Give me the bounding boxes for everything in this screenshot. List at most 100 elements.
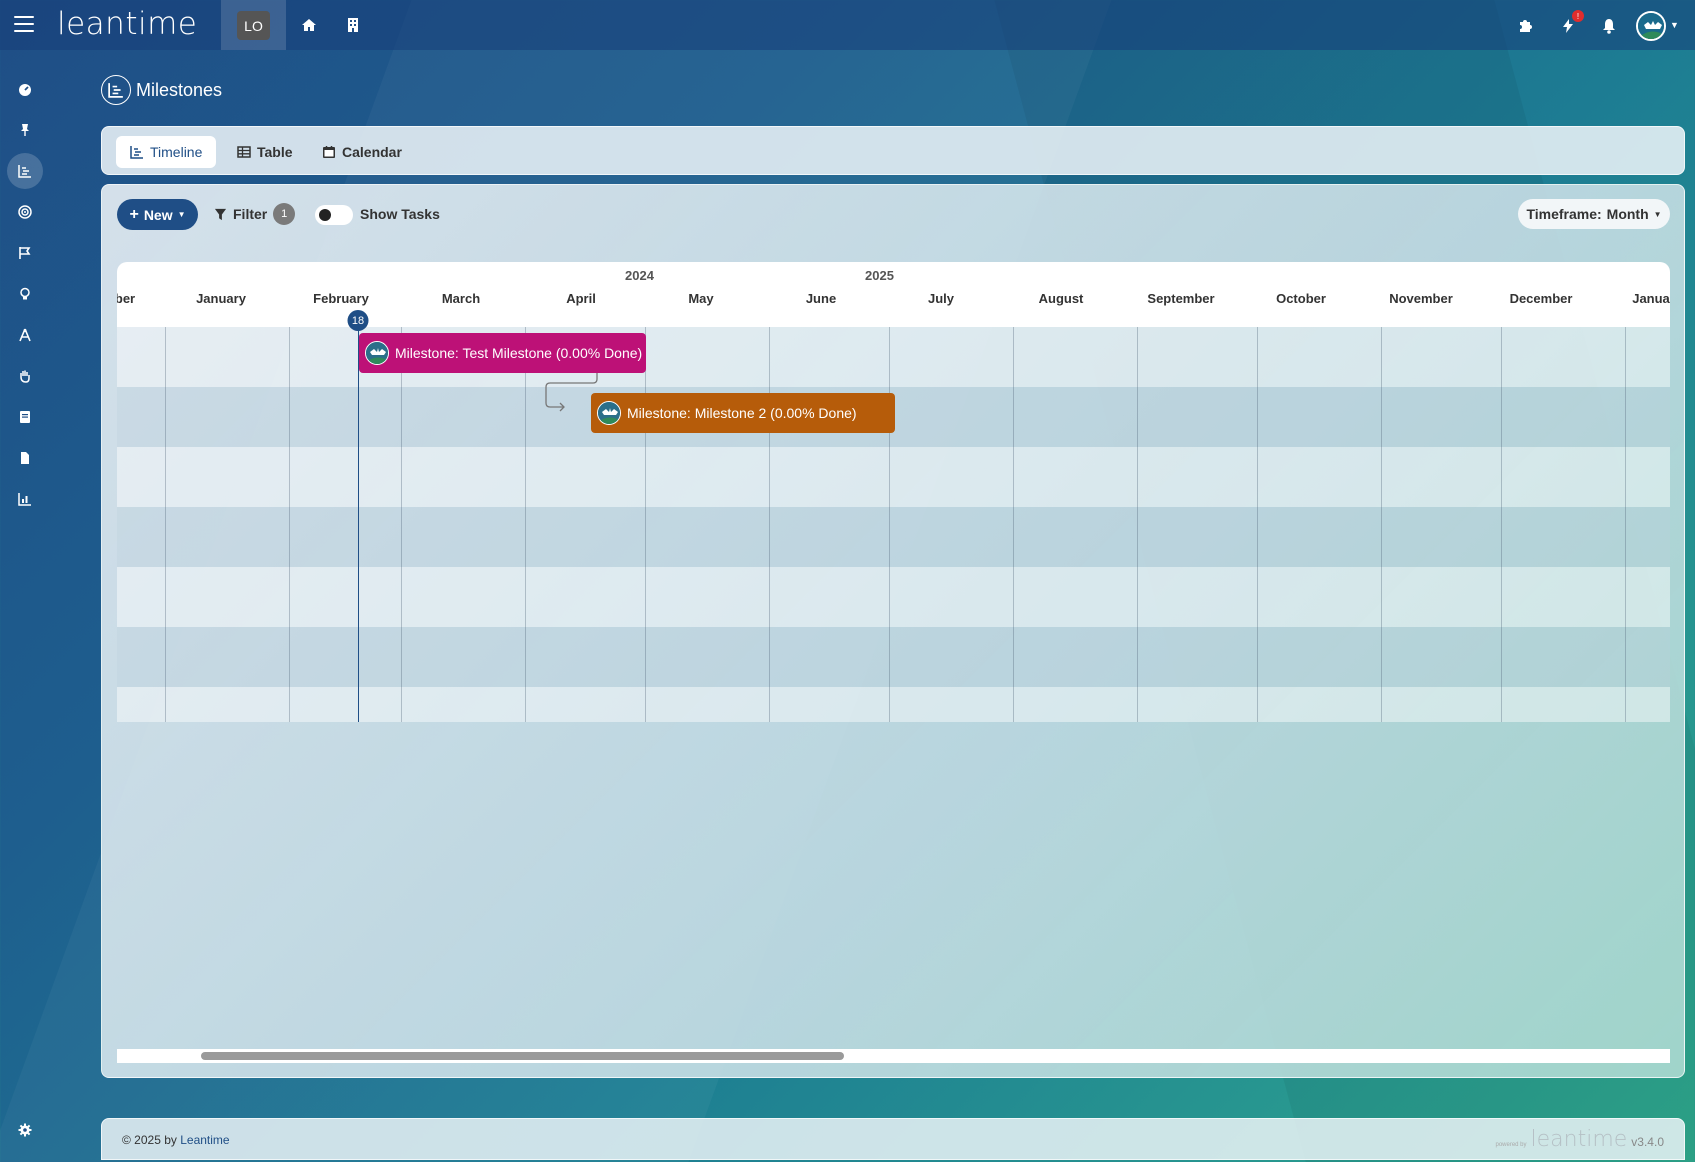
gridline [1137,327,1138,722]
gridline [525,327,526,722]
show-tasks-toggle[interactable] [315,205,353,225]
filter-count-badge: 1 [273,203,296,225]
dashboard-icon [19,84,31,96]
gridline [1625,327,1626,722]
project-selector[interactable]: LO [221,0,286,50]
month-label: July [927,291,955,306]
month-label: February [313,291,369,306]
timeframe-dropdown[interactable]: Timeframe: Month ▼ [1518,199,1670,229]
footer-copyright: © 2025 by Leantime [122,1133,230,1147]
main-panel: + New ▼ Filter 1 Show Tasks Timeframe: M… [101,184,1685,1078]
hand-icon [20,370,30,383]
timeline-icon [130,146,143,159]
footer: © 2025 by Leantime powered by leantime v… [101,1118,1685,1160]
avatar [597,401,621,425]
gear-icon[interactable] [18,1123,32,1142]
nav-retros[interactable] [7,358,43,394]
nav-goals[interactable] [7,194,43,230]
nav-pinned[interactable] [7,112,43,148]
new-button[interactable]: + New ▼ [117,199,198,230]
gantt-row [117,687,1670,722]
scrollbar-thumb[interactable] [201,1052,844,1060]
milestone-bar[interactable]: Milestone: Milestone 2 (0.00% Done) [591,393,895,433]
horizontal-scrollbar[interactable] [117,1049,1670,1063]
tab-label: Timeline [150,144,203,160]
compass-drafting-icon [19,328,31,342]
target-icon [18,205,32,219]
tab-timeline[interactable]: Timeline [116,136,217,168]
month-label: ber [117,291,136,306]
tab-calendar[interactable]: Calendar [308,136,416,168]
gridline [769,327,770,722]
nav-dashboard[interactable] [7,72,43,108]
puzzle-icon[interactable] [1513,14,1537,38]
footer-branding: powered by leantime v3.4.0 [1495,1127,1664,1152]
month-label: March [441,291,481,306]
app-logo[interactable]: leantime [57,6,197,42]
version-text: v3.4.0 [1631,1135,1664,1149]
timeline-icon [18,165,31,178]
leantime-link[interactable]: Leantime [180,1133,229,1147]
gridline [165,327,166,722]
gantt-chart: 2024 2025 ber January February March Apr… [117,262,1670,722]
gridline [889,327,890,722]
milestone-bar[interactable]: Milestone: Test Milestone (0.00% Done) [359,333,646,373]
gridline [289,327,290,722]
month-label: September [1147,291,1215,306]
lightning-icon[interactable]: ! [1556,10,1584,38]
tab-table[interactable]: Table [223,136,307,168]
gridline [1257,327,1258,722]
project-badge: LO [237,11,270,40]
month-label: October [1276,291,1326,306]
year-label: 2024 [625,268,654,283]
company-icon[interactable] [341,13,365,37]
footer-logo: leantime [1530,1127,1628,1152]
avatar [365,341,389,365]
gantt-row [117,627,1670,687]
page-title: Milestones [136,80,223,100]
nav-reports[interactable] [7,481,43,517]
milestones-title-icon [101,75,131,105]
month-label: August [1038,291,1084,306]
filter-label: Filter [233,206,268,222]
tab-label: Table [257,144,293,160]
gantt-row [117,447,1670,507]
caret-down-icon: ▼ [1653,209,1662,219]
lightbulb-icon [20,287,30,300]
nav-wiki[interactable] [7,399,43,435]
gantt-row [117,567,1670,627]
new-button-label: New [143,206,173,223]
nav-blueprints[interactable] [7,317,43,353]
pin-icon [21,124,29,136]
copyright-text: © 2025 by [122,1133,177,1147]
table-icon [237,146,251,158]
show-tasks-label: Show Tasks [360,206,440,222]
year-label: 2025 [865,268,894,283]
month-label: January [196,291,246,306]
gridline [401,327,402,722]
caret-down-icon: ▼ [177,210,186,219]
tab-label: Calendar [342,144,402,160]
top-bar: leantime LO ! ▼ [0,0,1695,50]
notification-badge: ! [1572,10,1584,22]
nav-files[interactable] [7,440,43,476]
book-icon [20,411,30,423]
flag-icon [19,247,31,259]
month-label: Janua [1632,291,1670,306]
bell-icon[interactable] [1597,14,1621,38]
filter-button[interactable]: Filter 1 [214,202,296,226]
filter-icon [214,208,227,220]
nav-ideas[interactable] [7,276,43,312]
month-label: May [688,291,714,306]
gantt-row [117,327,1670,387]
month-label: November [1389,291,1453,306]
nav-flags[interactable] [7,235,43,271]
powered-by-text: powered by [1495,1142,1527,1148]
nav-milestones[interactable] [7,153,43,189]
milestone-label: Milestone: Milestone 2 (0.00% Done) [627,405,857,421]
menu-toggle-icon[interactable] [14,16,34,34]
user-avatar[interactable] [1636,11,1666,41]
home-icon[interactable] [297,13,321,37]
chevron-down-icon[interactable]: ▼ [1670,20,1679,30]
plus-icon: + [129,205,139,223]
